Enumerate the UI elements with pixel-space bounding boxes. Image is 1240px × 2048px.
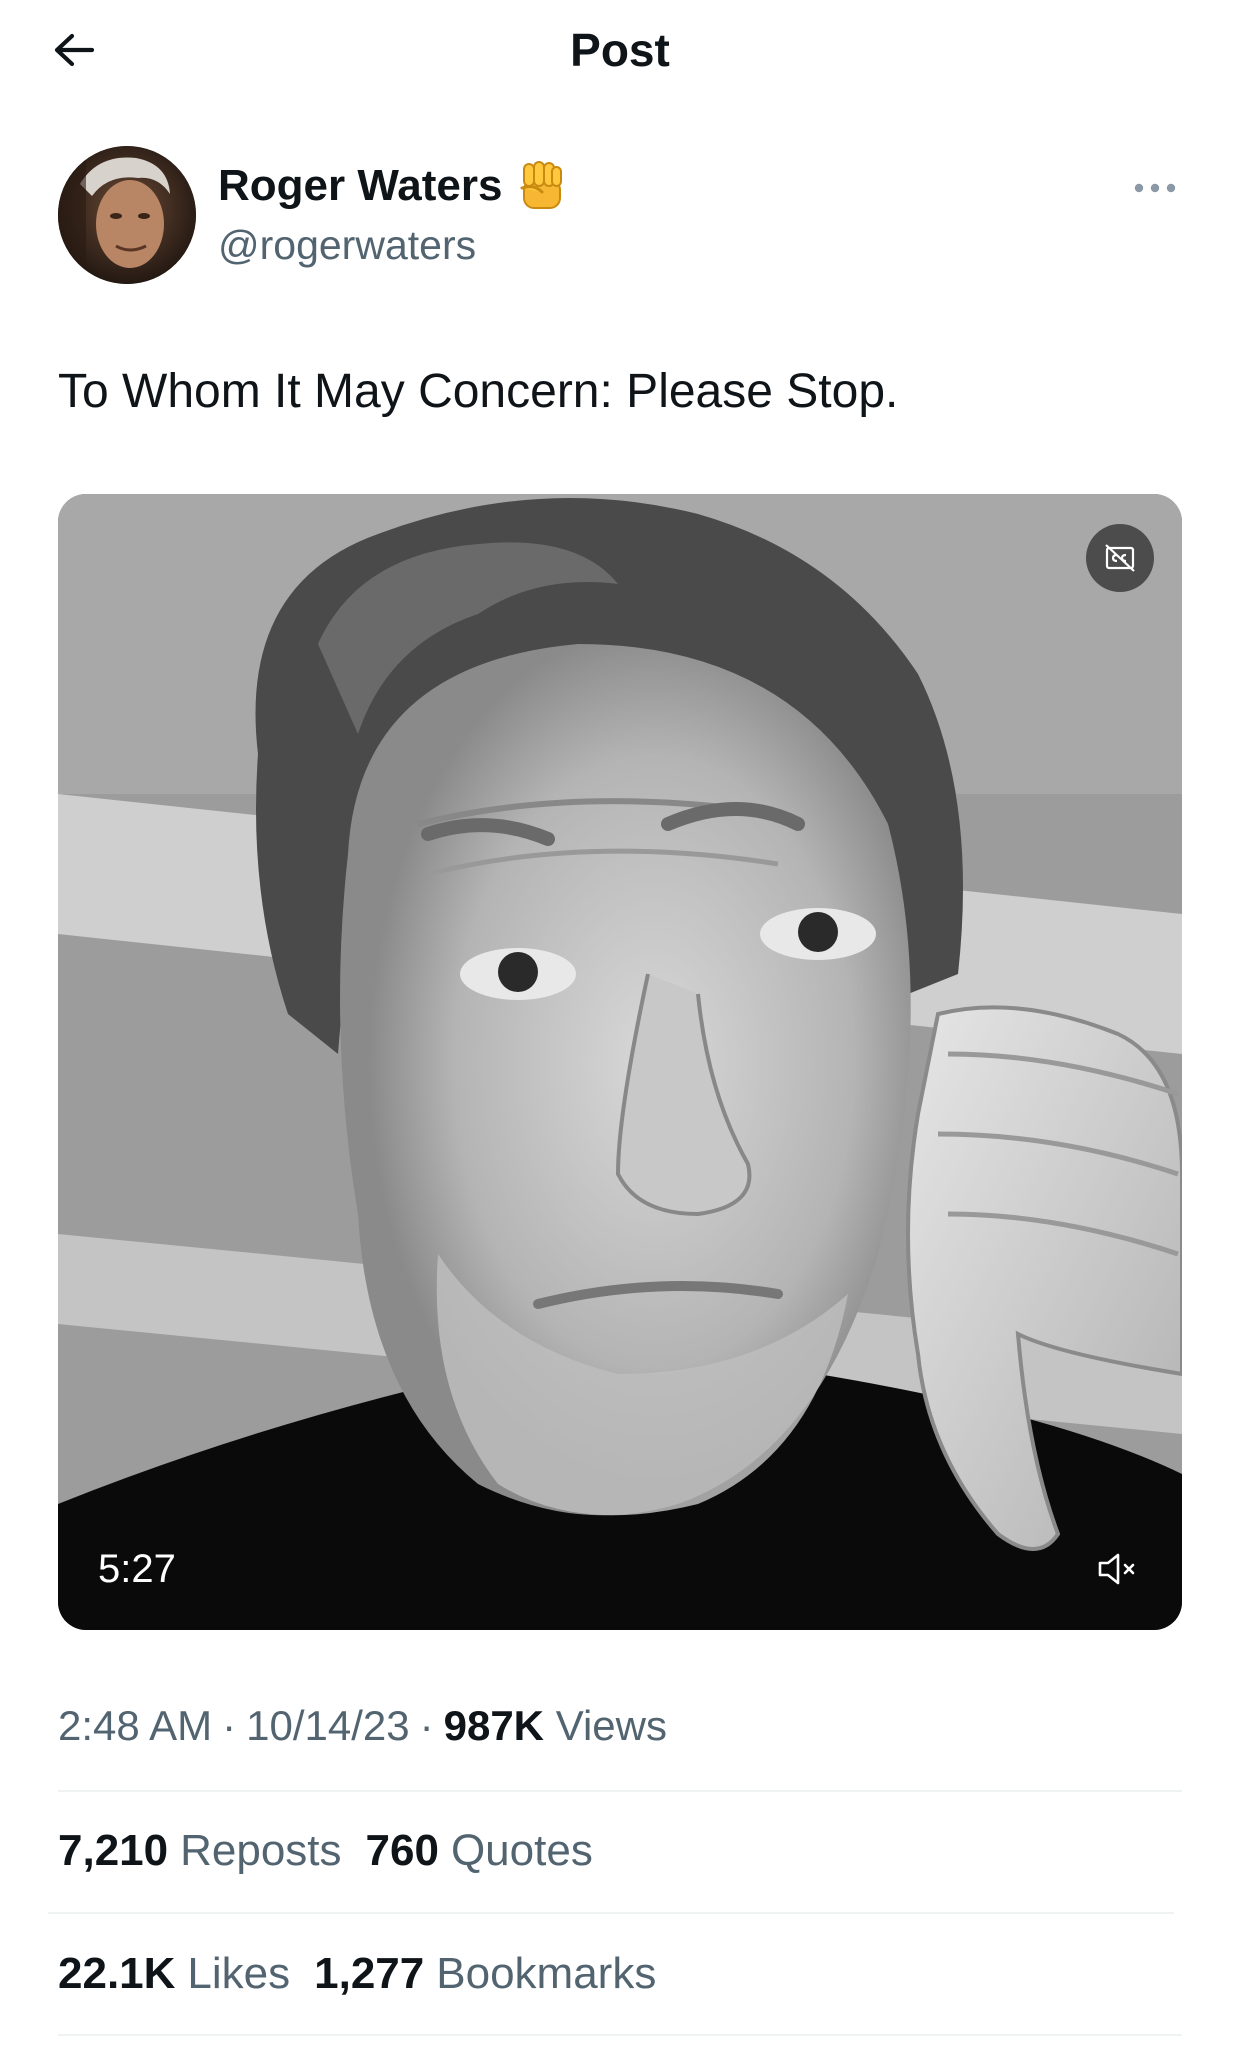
author-display-name[interactable]: Roger Waters xyxy=(218,161,502,211)
bookmarks-stat[interactable]: 1,277 Bookmarks xyxy=(314,1946,656,2002)
views-count: 987K xyxy=(443,1702,545,1749)
bookmarks-label: Bookmarks xyxy=(436,1949,657,1998)
mute-button[interactable] xyxy=(1090,1544,1146,1594)
video-player[interactable]: 5:27 xyxy=(58,494,1182,1630)
speaker-muted-icon xyxy=(1098,1553,1135,1585)
views-label: Views xyxy=(555,1702,667,1749)
stats-row-reposts: 7,210 Reposts 760 Quotes xyxy=(58,1823,593,1879)
quotes-stat[interactable]: 760 Quotes xyxy=(366,1823,593,1879)
page-title: Post xyxy=(570,24,670,76)
closed-captions-icon xyxy=(1105,544,1135,572)
tweet-text: To Whom It May Concern: Please Stop. xyxy=(58,365,899,418)
reposts-count: 7,210 xyxy=(58,1826,169,1875)
raised-fist-icon xyxy=(520,161,563,209)
reposts-stat[interactable]: 7,210 Reposts xyxy=(58,1823,342,1879)
likes-count: 22.1K xyxy=(58,1949,176,1998)
post-time: 2:48 AM xyxy=(58,1702,213,1749)
captions-button[interactable] xyxy=(1086,524,1154,592)
likes-stat[interactable]: 22.1K Likes xyxy=(58,1946,290,2002)
divider xyxy=(58,2034,1182,2036)
video-frame xyxy=(58,494,1182,1630)
divider xyxy=(58,1790,1182,1792)
avatar-image xyxy=(58,146,196,284)
more-dots-icon xyxy=(1134,183,1176,193)
avatar[interactable] xyxy=(58,146,196,284)
meta-separator: · xyxy=(419,1702,434,1749)
reposts-label: Reposts xyxy=(180,1826,342,1875)
divider xyxy=(48,1912,1174,1914)
stats-row-likes: 22.1K Likes 1,277 Bookmarks xyxy=(58,1946,656,2002)
post-date: 10/14/23 xyxy=(246,1702,410,1749)
post-meta: 2:48 AM · 10/14/23 · 987K Views xyxy=(58,1698,667,1754)
meta-separator: · xyxy=(222,1702,237,1749)
video-duration: 5:27 xyxy=(98,1547,176,1591)
author-name-row: Roger Waters xyxy=(218,156,568,216)
author-handle[interactable]: @rogerwaters xyxy=(218,218,476,272)
bookmarks-count: 1,277 xyxy=(314,1949,425,1998)
quotes-count: 760 xyxy=(365,1826,439,1875)
quotes-label: Quotes xyxy=(450,1826,593,1875)
more-options-button[interactable] xyxy=(1120,168,1190,208)
likes-label: Likes xyxy=(187,1949,291,1998)
